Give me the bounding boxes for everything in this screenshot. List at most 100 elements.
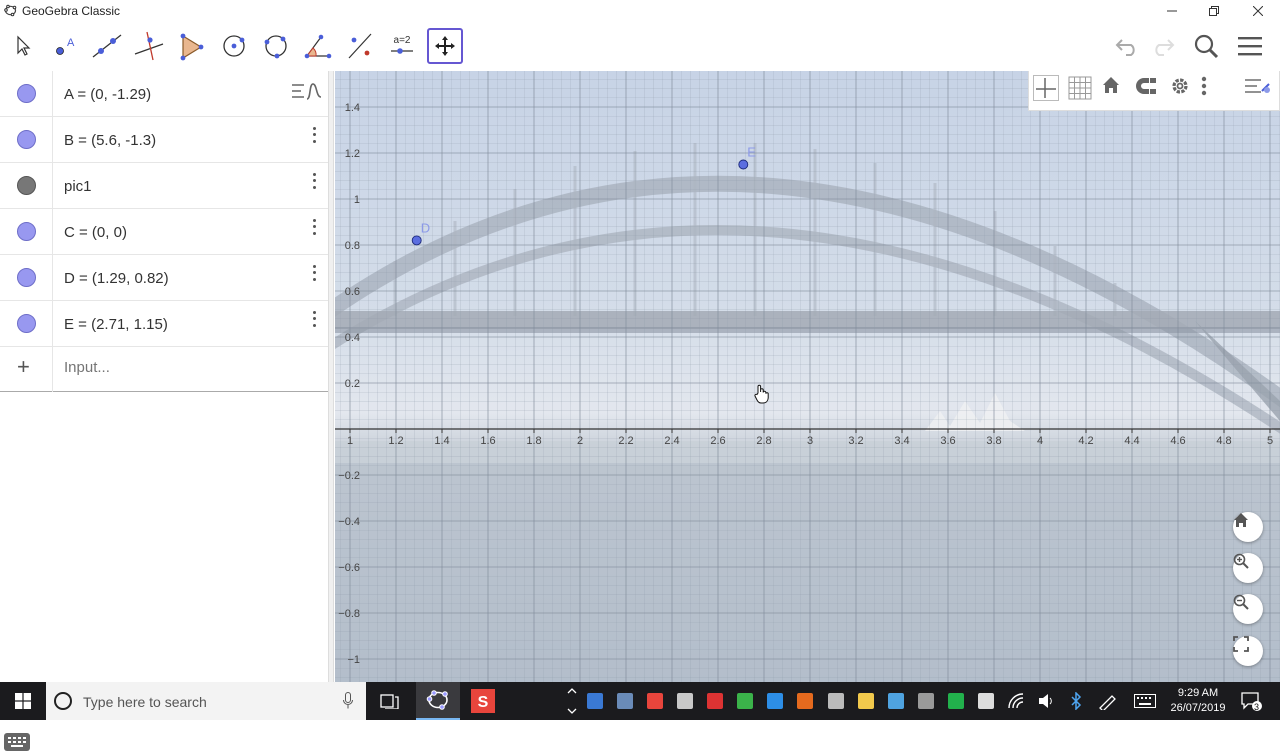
slider-icon: a=2 [391, 35, 413, 54]
visibility-toggle-c[interactable] [17, 222, 36, 241]
move-tool-button[interactable] [5, 28, 41, 64]
graphics-settings-button[interactable] [1169, 75, 1199, 105]
standard-view-button[interactable] [1101, 75, 1131, 105]
coordinate-plane[interactable]: 1 1.2 1.4 1.6 1.8 2 2.2 2.4 2.6 2.8 3 3.2 3.4 3.6 3.8 4… [335, 71, 1280, 682]
algebra-input-row[interactable]: + [0, 345, 328, 392]
tray-app-icon[interactable] [617, 693, 633, 709]
algebra-item-b[interactable]: B = (5.6, -1.3) [0, 117, 328, 163]
tray-app-icon[interactable] [677, 693, 693, 709]
visibility-toggle-e[interactable] [17, 314, 36, 333]
algebra-item-c[interactable]: C = (0, 0) [0, 209, 328, 255]
start-button[interactable] [0, 682, 46, 720]
algebra-item-e[interactable]: E = (2.71, 1.15) [0, 301, 328, 347]
battery-icon[interactable] [978, 693, 994, 709]
point-e[interactable] [738, 159, 749, 170]
algebra-item-pic1[interactable]: pic1 [0, 163, 328, 209]
task-view-icon [380, 694, 399, 709]
more-options-icon[interactable] [306, 263, 322, 283]
visibility-toggle-a[interactable] [17, 84, 36, 103]
more-options-icon[interactable] [306, 217, 322, 237]
visibility-toggle-pic1[interactable] [17, 176, 36, 195]
touch-keyboard-icon[interactable] [1134, 694, 1156, 708]
main-menu-button[interactable] [1234, 30, 1266, 62]
point-capturing-button[interactable] [1135, 75, 1165, 105]
visibility-toggle-b[interactable] [17, 130, 36, 149]
circle-center-point-tool-button[interactable] [216, 28, 252, 64]
tray-app-icon[interactable] [797, 693, 813, 709]
y-tick-label: 0.4 [345, 332, 360, 344]
algebra-input-field[interactable] [64, 359, 304, 376]
taskbar-search-box[interactable]: Type here to search [46, 682, 366, 720]
show-hidden-icons-icon[interactable] [566, 685, 578, 717]
graphics-more-options-button[interactable] [1201, 75, 1231, 105]
zoom-out-button[interactable] [1233, 594, 1263, 624]
visibility-toggle-d[interactable] [17, 268, 36, 287]
move-graphics-view-tool-button[interactable] [427, 28, 463, 64]
volume-icon[interactable] [1038, 693, 1056, 709]
algebra-description-toggle-icon[interactable] [288, 79, 324, 105]
toggle-style-bar-button[interactable] [1243, 75, 1273, 105]
standard-view-nav-button[interactable] [1233, 512, 1263, 542]
line-icon [92, 34, 122, 58]
close-window-button[interactable] [1236, 0, 1280, 22]
x-tick-label: 3.4 [894, 435, 909, 447]
tray-app-icon[interactable] [647, 693, 663, 709]
algebra-item-a[interactable]: A = (0, -1.29) [0, 71, 328, 117]
task-view-button[interactable] [368, 682, 412, 720]
fullscreen-button[interactable] [1233, 636, 1263, 666]
circle-three-points-tool-button[interactable] [258, 28, 294, 64]
maximize-button[interactable] [1192, 0, 1236, 22]
graphics-view[interactable]: 1 1.2 1.4 1.6 1.8 2 2.2 2.4 2.6 2.8 3 3.2 3.4 3.6 3.8 4… [335, 71, 1280, 682]
y-tick-label: −1 [347, 654, 360, 666]
algebra-item-d[interactable]: D = (1.29, 0.82) [0, 255, 328, 301]
tray-app-icon[interactable] [707, 693, 723, 709]
tray-app-icon[interactable] [888, 693, 904, 709]
tray-app-icon[interactable] [737, 693, 753, 709]
more-options-icon[interactable] [306, 171, 322, 191]
minimize-button[interactable] [1150, 0, 1194, 22]
zoom-in-button[interactable] [1233, 553, 1263, 583]
pen-workspace-icon[interactable] [1098, 692, 1118, 710]
undo-button[interactable] [1112, 30, 1144, 62]
bluetooth-icon[interactable] [1070, 692, 1082, 710]
reflect-tool-button[interactable] [342, 28, 378, 64]
more-options-icon[interactable] [306, 125, 322, 145]
x-tick-label: 2.2 [618, 435, 633, 447]
perpendicular-line-tool-button[interactable] [131, 28, 167, 64]
x-tick-label: 4.6 [1170, 435, 1185, 447]
toggle-axes-button[interactable] [1033, 75, 1063, 105]
y-tick-label: 1 [354, 194, 360, 206]
reflect-line-icon [348, 33, 372, 59]
tray-app-icon[interactable] [587, 693, 603, 709]
circle-center-icon [223, 35, 245, 57]
more-options-icon[interactable] [306, 309, 322, 329]
onedrive-icon[interactable] [767, 693, 783, 709]
x-tick-label: 2.6 [710, 435, 725, 447]
search-button[interactable] [1190, 30, 1222, 62]
security-icon[interactable] [948, 693, 964, 709]
svg-text:S: S [478, 694, 489, 711]
taskbar-screen-recorder-app[interactable]: S [461, 682, 505, 720]
wifi-icon[interactable] [1008, 693, 1026, 709]
slider-tool-button[interactable]: a=2 [384, 28, 420, 64]
line-tool-button[interactable] [89, 28, 125, 64]
toggle-grid-button[interactable] [1067, 75, 1097, 105]
keyboard-icon[interactable] [4, 733, 30, 751]
point-d[interactable] [411, 235, 422, 246]
x-tick-label: 1 [347, 435, 353, 447]
microphone-icon[interactable] [343, 692, 353, 709]
polygon-tool-button[interactable] [173, 28, 209, 64]
taskbar-clock[interactable]: 9:29 AM 26/07/2019 [1158, 686, 1238, 716]
taskbar-geogebra-app[interactable] [416, 682, 460, 720]
redo-button[interactable] [1146, 30, 1178, 62]
search-icon [1194, 34, 1219, 59]
angle-tool-button[interactable] [300, 28, 336, 64]
y-tick-label: −0.2 [338, 470, 360, 482]
plus-icon[interactable]: + [17, 354, 30, 380]
tray-app-icon[interactable] [828, 693, 844, 709]
point-tool-button[interactable]: A [47, 28, 83, 64]
tray-app-icon[interactable] [918, 693, 934, 709]
panel-divider[interactable] [328, 71, 334, 682]
tray-app-icon[interactable] [858, 693, 874, 709]
style-bar-toggle-icon [1245, 79, 1270, 93]
